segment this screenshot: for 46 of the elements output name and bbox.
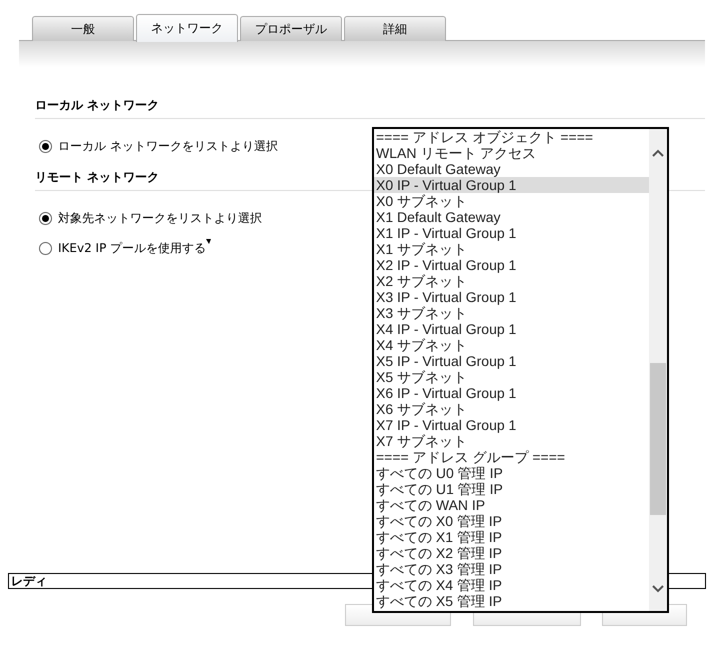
list-option[interactable]: すべての WAN IP xyxy=(374,497,649,513)
radio-button[interactable] xyxy=(39,242,52,254)
list-option[interactable]: すべての X2 管理 IP xyxy=(374,545,649,561)
list-option[interactable]: ==== アドレス グループ ==== xyxy=(374,449,649,465)
radio-label: ローカル ネットワークをリストより選択 xyxy=(58,138,278,154)
section-heading: ローカル ネットワーク xyxy=(35,97,705,119)
status-text: レディ xyxy=(11,574,47,588)
list-option[interactable]: X4 サブネット xyxy=(374,337,649,353)
list-option[interactable]: すべての X1 管理 IP xyxy=(374,529,649,545)
scrollbar[interactable] xyxy=(649,129,667,611)
list-option[interactable]: X1 サブネット xyxy=(374,241,649,257)
tab[interactable]: ネットワーク xyxy=(136,14,238,42)
tab[interactable]: 一般 xyxy=(32,16,134,41)
list-option[interactable]: X1 IP - Virtual Group 1 xyxy=(374,225,649,241)
radio-button[interactable] xyxy=(39,212,52,224)
list-option[interactable]: すべての X5 管理 IP xyxy=(374,593,649,609)
tab[interactable]: プロポーザル xyxy=(240,16,342,41)
corner-mark-icon xyxy=(206,239,212,244)
list-option[interactable]: X5 サブネット xyxy=(374,369,649,385)
list-option[interactable]: すべての X4 管理 IP xyxy=(374,577,649,593)
list-option[interactable]: すべての X3 管理 IP xyxy=(374,561,649,577)
tab[interactable]: 詳細 xyxy=(344,16,446,41)
list-option[interactable]: X3 サブネット xyxy=(374,305,649,321)
list-option[interactable]: WLAN リモート アクセス xyxy=(374,145,649,161)
list-option[interactable]: X6 サブネット xyxy=(374,401,649,417)
list-option[interactable]: X5 IP - Virtual Group 1 xyxy=(374,353,649,369)
list-option[interactable]: X2 IP - Virtual Group 1 xyxy=(374,257,649,273)
list-option[interactable]: すべての U0 管理 IP xyxy=(374,465,649,481)
scroll-up-icon[interactable] xyxy=(652,149,664,157)
list-option[interactable]: X7 IP - Virtual Group 1 xyxy=(374,417,649,433)
list-option[interactable]: ==== アドレス オブジェクト ==== xyxy=(374,129,649,145)
list-option[interactable]: すべての X0 管理 IP xyxy=(374,513,649,529)
list-option[interactable]: X1 Default Gateway xyxy=(374,209,649,225)
list-option[interactable]: X3 IP - Virtual Group 1 xyxy=(374,289,649,305)
list-option[interactable]: X4 IP - Virtual Group 1 xyxy=(374,321,649,337)
list-option[interactable]: X6 IP - Virtual Group 1 xyxy=(374,385,649,401)
scroll-down-icon[interactable] xyxy=(652,585,664,593)
list-option[interactable]: X7 サブネット xyxy=(374,433,649,449)
list-option[interactable]: X2 サブネット xyxy=(374,273,649,289)
radio-button[interactable] xyxy=(39,140,52,152)
list-option[interactable]: X0 サブネット xyxy=(374,193,649,209)
radio-label: IKEv2 IP プールを使用する xyxy=(58,240,206,256)
radio-label: 対象先ネットワークをリストより選択 xyxy=(58,210,262,226)
list-option[interactable]: すべての U1 管理 IP xyxy=(374,481,649,497)
scrollbar-thumb[interactable] xyxy=(650,363,666,515)
list-option[interactable]: X0 IP - Virtual Group 1 xyxy=(374,177,649,193)
